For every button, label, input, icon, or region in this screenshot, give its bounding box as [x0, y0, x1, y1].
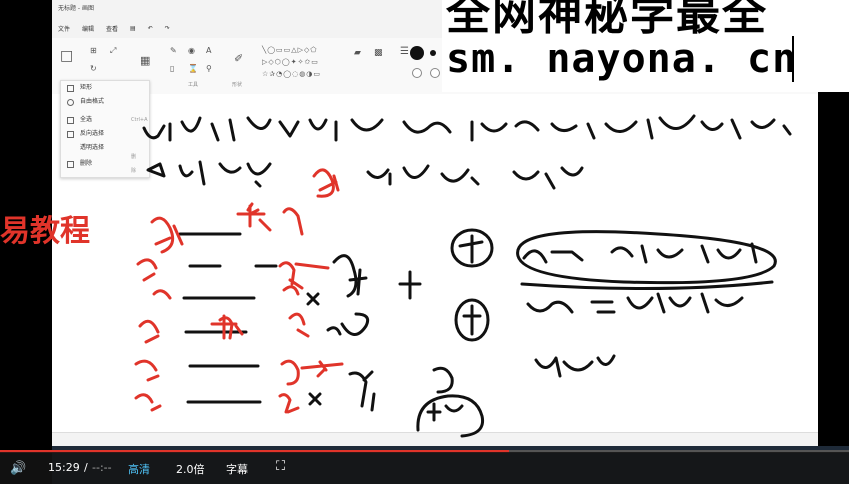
color-picker-icon[interactable]: ⌛	[188, 64, 198, 73]
menu-file[interactable]: 文件	[58, 24, 70, 33]
shape-fill-icon[interactable]: ▩	[374, 48, 383, 58]
overlay-course-label: 易教程	[0, 214, 90, 249]
outline-icon[interactable]: ▰	[354, 48, 361, 58]
secondary-color-swatch[interactable]	[430, 50, 436, 56]
text-icon[interactable]: A	[206, 46, 211, 55]
eraser-icon[interactable]: ▯	[170, 64, 174, 73]
video-player-controls: 🔊 15:29 / --:-- 高清 2.0倍 字幕 ⛶	[0, 452, 849, 484]
black-ink-strokes	[142, 114, 792, 438]
shape-outline-group: ▰ ▩	[352, 42, 392, 90]
red-ink-strokes	[134, 168, 344, 414]
redo-icon[interactable]: ↷	[165, 25, 170, 32]
right-letterbox	[818, 94, 849, 446]
shapes-row2-icon[interactable]: ▷◇⬡◯✦✧✩▭	[262, 58, 319, 66]
color-white-swatch[interactable]	[412, 68, 422, 78]
save-icon[interactable]: ▤	[130, 25, 136, 32]
menu-view[interactable]: 查看	[106, 24, 118, 33]
rotate-icon[interactable]: ↻	[90, 64, 97, 73]
crop-icon[interactable]: ⊞	[90, 46, 97, 55]
quality-button[interactable]: 高清	[128, 461, 150, 477]
menu-item-rectangle[interactable]: 矩形	[67, 81, 92, 95]
brush-icon[interactable]: ✐	[234, 52, 243, 65]
subtitle-button[interactable]: 字幕	[226, 461, 248, 477]
time-separator: /	[84, 461, 88, 474]
ribbon-group-shapes-label: 形状	[232, 82, 243, 88]
image-icon[interactable]: ▦	[140, 54, 150, 67]
fullscreen-icon[interactable]: ⛶	[276, 459, 285, 474]
window-title: 无标题 - 画图	[58, 5, 94, 12]
speed-button[interactable]: 2.0倍	[176, 461, 205, 477]
ribbon-group-tools: ✎ ◉ A ▯ ⌛ ⚲ 工具	[168, 42, 228, 90]
ribbon-group-tools-label: 工具	[188, 82, 199, 88]
total-time: --:--	[92, 461, 112, 474]
text-cursor	[792, 36, 794, 82]
brushes-group: ✐ 形状	[232, 42, 252, 90]
magnifier-icon[interactable]: ⚲	[206, 64, 212, 73]
primary-color-swatch[interactable]	[410, 46, 424, 60]
shapes-row3-icon[interactable]: ☆✰◔◯◌◍◑▭	[262, 70, 321, 78]
watermark-line2: sm. nayona. cn	[446, 36, 798, 82]
volume-icon[interactable]: 🔊	[10, 461, 26, 476]
resize-icon[interactable]: ⤢	[110, 46, 116, 56]
rectangle-select-icon	[67, 84, 74, 92]
menu-item-label: 矩形	[80, 84, 93, 91]
current-time: 15:29	[48, 461, 80, 474]
select-rectangle-icon[interactable]: □	[60, 48, 73, 64]
menu-edit[interactable]: 编辑	[82, 24, 94, 33]
handwriting-ink	[134, 114, 792, 438]
color-white2-swatch[interactable]	[430, 68, 440, 78]
undo-icon[interactable]: ↶	[148, 25, 153, 32]
shapes-row1-icon[interactable]: ╲◯▭▭△▷◇⬠	[262, 46, 318, 54]
ribbon-group-shapes: ╲◯▭▭△▷◇⬠ ▷◇⬡◯✦✧✩▭ ☆✰◔◯◌◍◑▭	[260, 42, 350, 90]
pencil-icon[interactable]: ✎	[170, 46, 177, 55]
fill-icon[interactable]: ◉	[188, 46, 195, 55]
watermark-banner: 全网神秘学最全 sm. nayona. cn	[442, 0, 849, 92]
